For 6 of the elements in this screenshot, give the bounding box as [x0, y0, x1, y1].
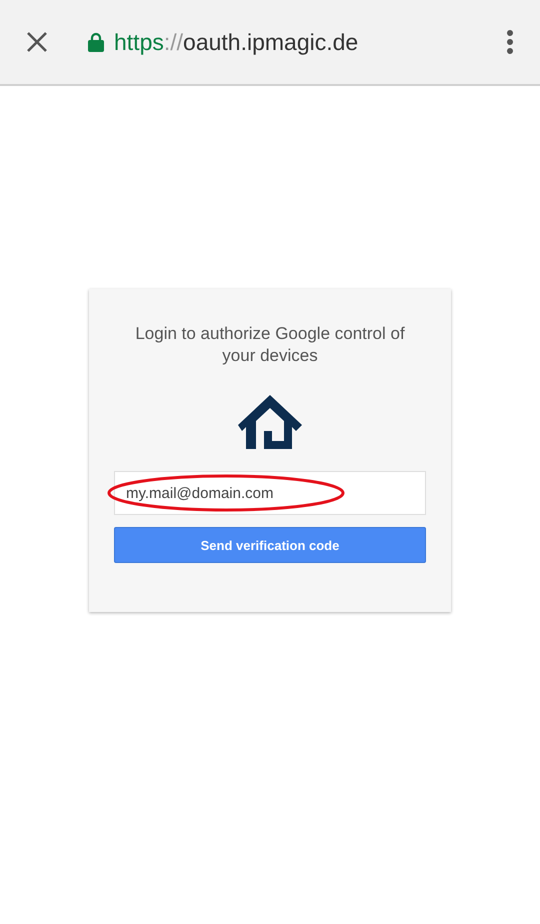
close-icon [26, 31, 48, 53]
house-icon [238, 395, 302, 449]
email-field[interactable]: my.mail@domain.com [114, 471, 426, 515]
more-vertical-icon [506, 29, 514, 55]
login-heading: Login to authorize Google control of your devices [134, 323, 406, 367]
address-url[interactable]: https://oauth.ipmagic.de [114, 28, 358, 56]
